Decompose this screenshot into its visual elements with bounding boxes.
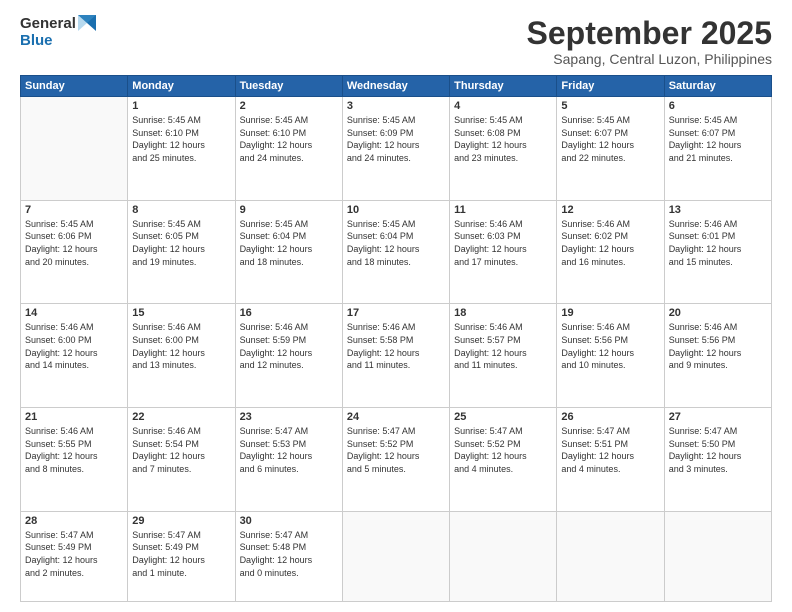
table-row: 11Sunrise: 5:46 AMSunset: 6:03 PMDayligh… (450, 200, 557, 304)
table-row: 20Sunrise: 5:46 AMSunset: 5:56 PMDayligh… (664, 304, 771, 408)
table-row: 30Sunrise: 5:47 AMSunset: 5:48 PMDayligh… (235, 511, 342, 601)
table-row: 8Sunrise: 5:45 AMSunset: 6:05 PMDaylight… (128, 200, 235, 304)
table-row (450, 511, 557, 601)
table-row: 7Sunrise: 5:45 AMSunset: 6:06 PMDaylight… (21, 200, 128, 304)
col-saturday: Saturday (664, 76, 771, 97)
table-row: 12Sunrise: 5:46 AMSunset: 6:02 PMDayligh… (557, 200, 664, 304)
location: Sapang, Central Luzon, Philippines (527, 51, 772, 67)
table-row: 10Sunrise: 5:45 AMSunset: 6:04 PMDayligh… (342, 200, 449, 304)
table-row: 21Sunrise: 5:46 AMSunset: 5:55 PMDayligh… (21, 408, 128, 512)
table-row: 4Sunrise: 5:45 AMSunset: 6:08 PMDaylight… (450, 97, 557, 201)
table-row (21, 97, 128, 201)
table-row: 13Sunrise: 5:46 AMSunset: 6:01 PMDayligh… (664, 200, 771, 304)
calendar-table: Sunday Monday Tuesday Wednesday Thursday… (20, 75, 772, 602)
table-row: 22Sunrise: 5:46 AMSunset: 5:54 PMDayligh… (128, 408, 235, 512)
table-row: 23Sunrise: 5:47 AMSunset: 5:53 PMDayligh… (235, 408, 342, 512)
table-row: 15Sunrise: 5:46 AMSunset: 6:00 PMDayligh… (128, 304, 235, 408)
table-row: 17Sunrise: 5:46 AMSunset: 5:58 PMDayligh… (342, 304, 449, 408)
logo: General Blue (20, 16, 96, 49)
title-block: September 2025 Sapang, Central Luzon, Ph… (527, 16, 772, 67)
table-row: 27Sunrise: 5:47 AMSunset: 5:50 PMDayligh… (664, 408, 771, 512)
month-title: September 2025 (527, 16, 772, 51)
table-row: 9Sunrise: 5:45 AMSunset: 6:04 PMDaylight… (235, 200, 342, 304)
table-row: 19Sunrise: 5:46 AMSunset: 5:56 PMDayligh… (557, 304, 664, 408)
table-row: 29Sunrise: 5:47 AMSunset: 5:49 PMDayligh… (128, 511, 235, 601)
table-row: 28Sunrise: 5:47 AMSunset: 5:49 PMDayligh… (21, 511, 128, 601)
table-row: 18Sunrise: 5:46 AMSunset: 5:57 PMDayligh… (450, 304, 557, 408)
table-row: 25Sunrise: 5:47 AMSunset: 5:52 PMDayligh… (450, 408, 557, 512)
table-row: 5Sunrise: 5:45 AMSunset: 6:07 PMDaylight… (557, 97, 664, 201)
table-row: 3Sunrise: 5:45 AMSunset: 6:09 PMDaylight… (342, 97, 449, 201)
table-row: 26Sunrise: 5:47 AMSunset: 5:51 PMDayligh… (557, 408, 664, 512)
col-thursday: Thursday (450, 76, 557, 97)
table-row: 2Sunrise: 5:45 AMSunset: 6:10 PMDaylight… (235, 97, 342, 201)
col-tuesday: Tuesday (235, 76, 342, 97)
table-row (342, 511, 449, 601)
table-row (664, 511, 771, 601)
page-header: General Blue September 2025 Sapang, Cent… (20, 16, 772, 67)
col-wednesday: Wednesday (342, 76, 449, 97)
table-row: 16Sunrise: 5:46 AMSunset: 5:59 PMDayligh… (235, 304, 342, 408)
table-row: 14Sunrise: 5:46 AMSunset: 6:00 PMDayligh… (21, 304, 128, 408)
table-row (557, 511, 664, 601)
calendar-header-row: Sunday Monday Tuesday Wednesday Thursday… (21, 76, 772, 97)
col-monday: Monday (128, 76, 235, 97)
table-row: 24Sunrise: 5:47 AMSunset: 5:52 PMDayligh… (342, 408, 449, 512)
table-row: 1Sunrise: 5:45 AMSunset: 6:10 PMDaylight… (128, 97, 235, 201)
col-sunday: Sunday (21, 76, 128, 97)
table-row: 6Sunrise: 5:45 AMSunset: 6:07 PMDaylight… (664, 97, 771, 201)
col-friday: Friday (557, 76, 664, 97)
